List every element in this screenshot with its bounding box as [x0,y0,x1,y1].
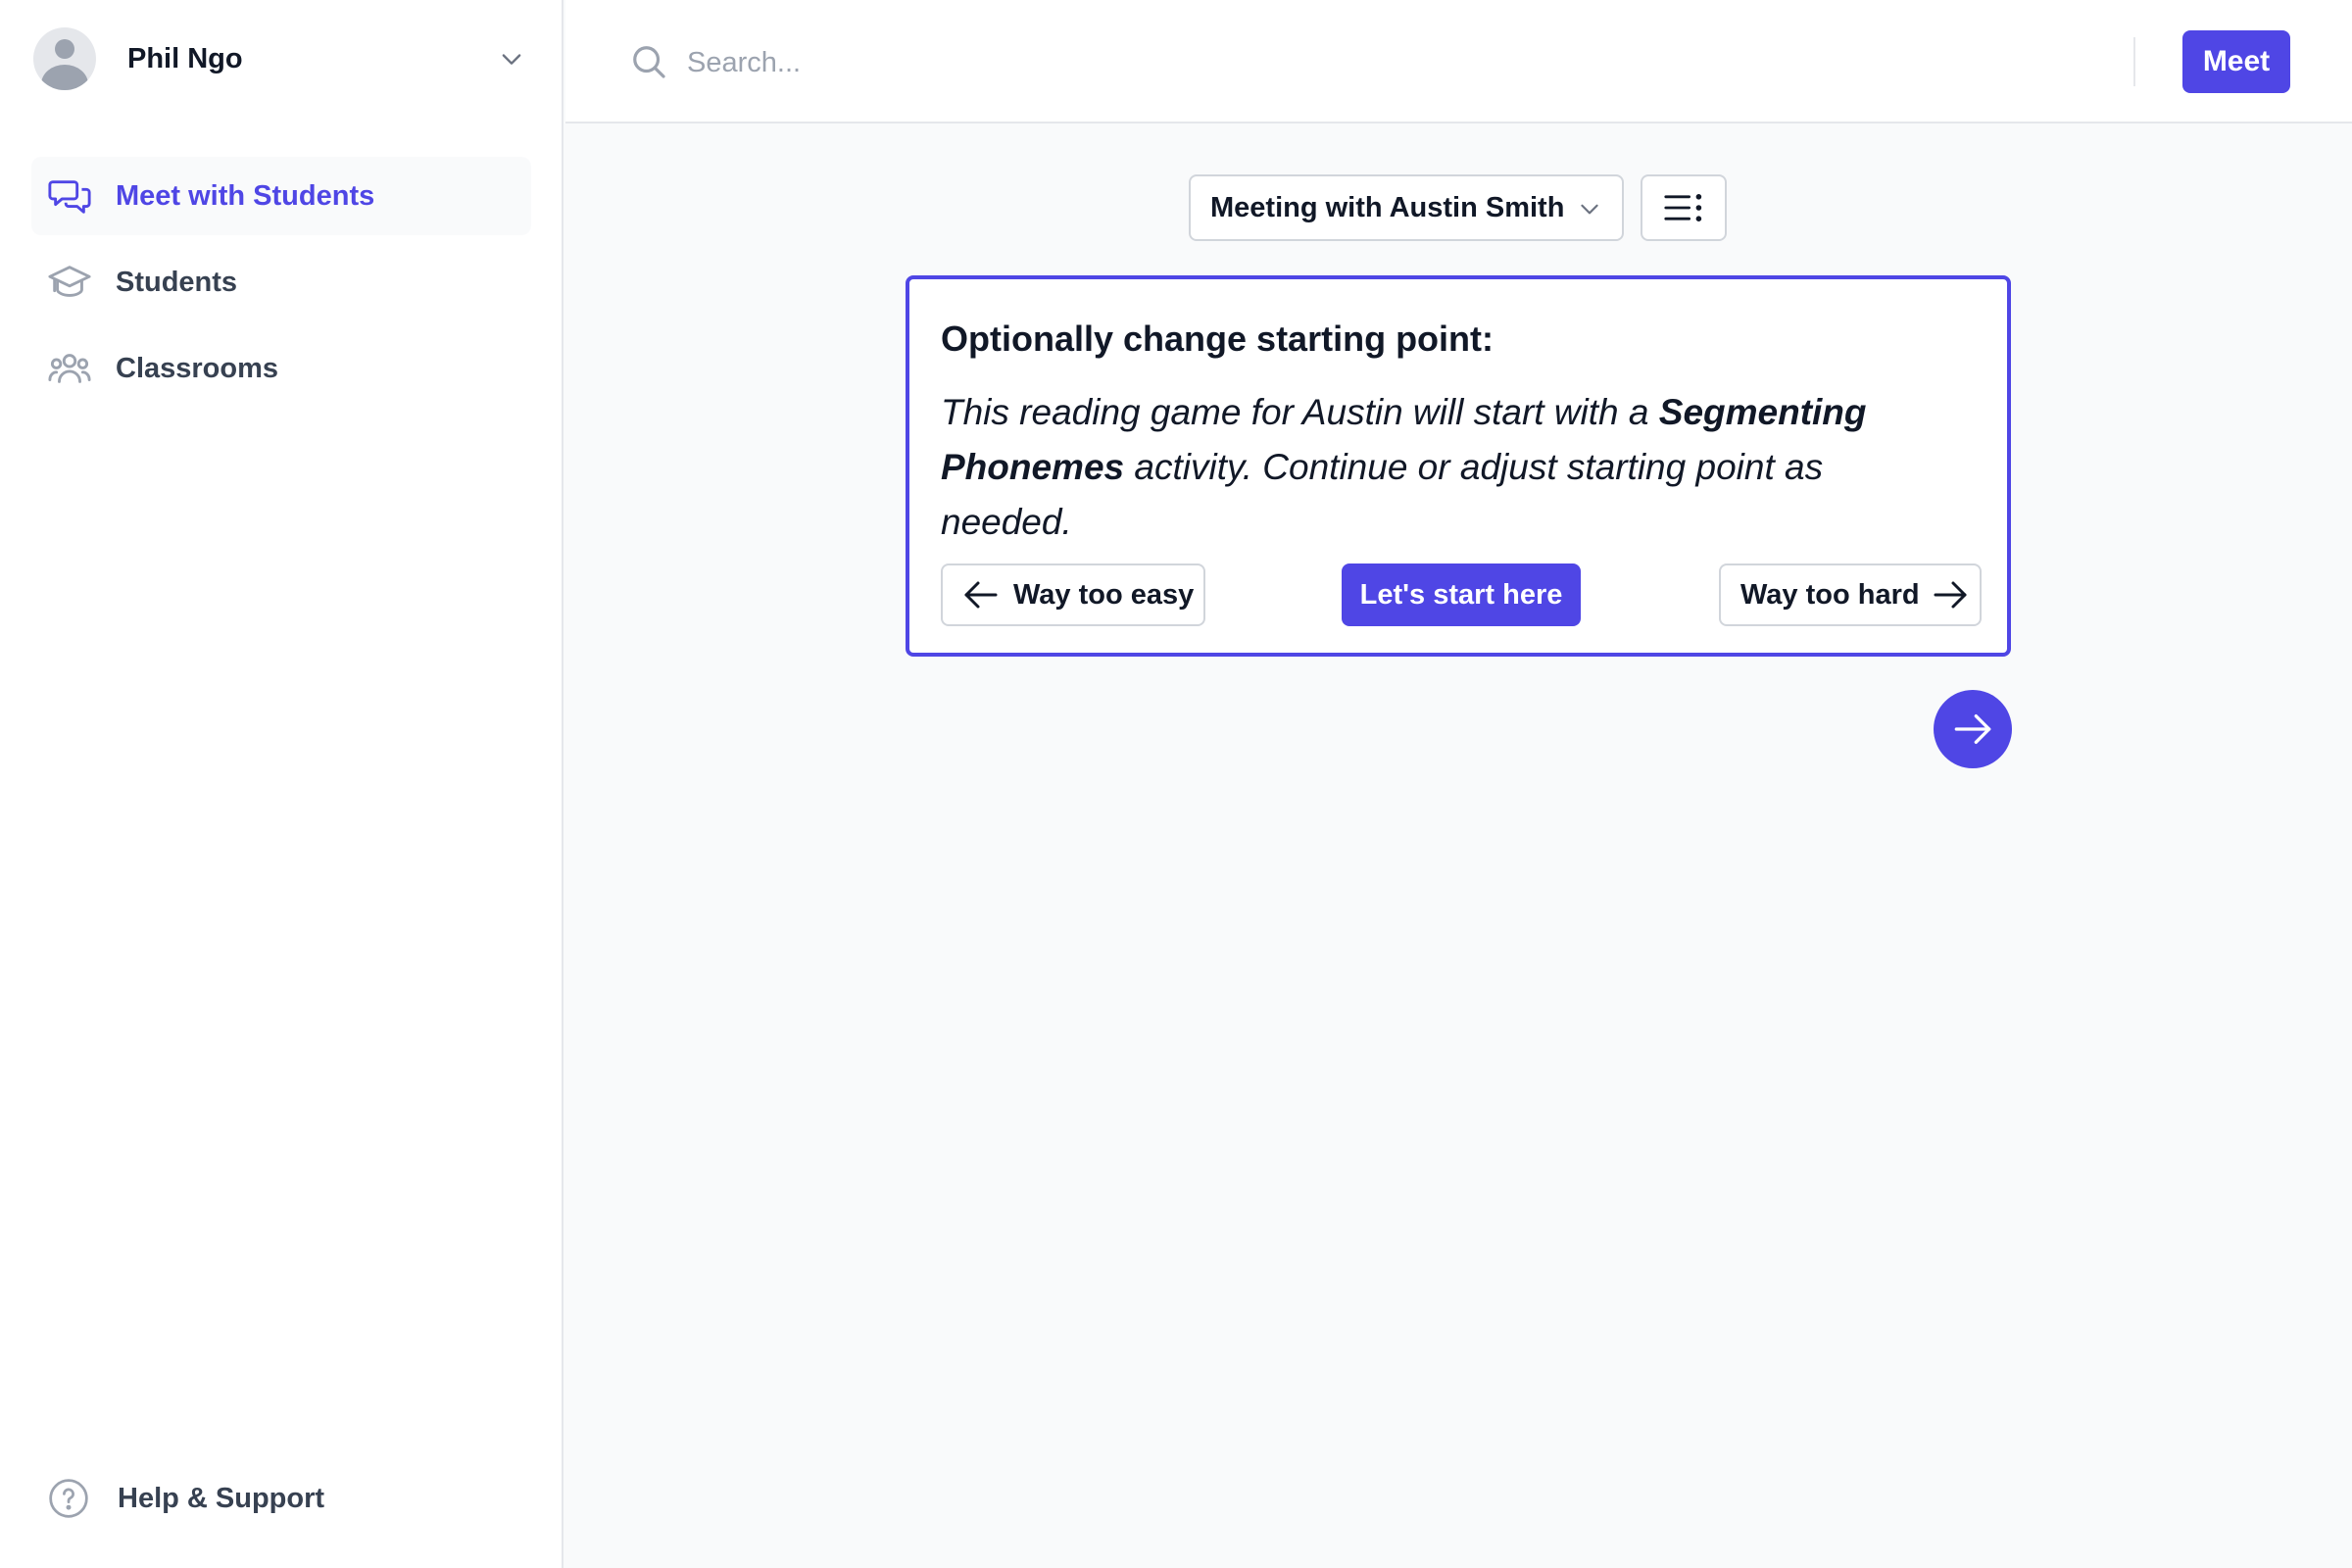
sidebar-item-classrooms[interactable]: Classrooms [31,329,531,408]
card-text-part: This reading game for Austin will start … [941,392,1659,432]
chevron-down-icon [502,54,521,65]
way-too-hard-label: Way too hard [1740,578,1920,611]
help-support-label: Help & Support [118,1482,325,1514]
sidebar-item-students[interactable]: Students [31,243,531,321]
meeting-select[interactable]: Meeting with Austin Smith [1189,174,1624,241]
arrow-left-icon [964,581,998,609]
next-button[interactable] [1934,690,2012,768]
meeting-select-value: Meeting with Austin Smith [1210,191,1565,223]
question-circle-icon [49,1479,88,1518]
meet-button[interactable]: Meet [2182,30,2290,93]
way-too-hard-button[interactable]: Way too hard [1719,564,1982,626]
app: Phil Ngo Meet with Students Students Cla… [0,0,2352,1568]
card-description: This reading game for Austin will start … [941,385,1960,550]
start-here-button[interactable]: Let's start here [1342,564,1581,626]
user-avatar-icon [33,27,96,90]
arrow-right-icon [1954,714,1991,744]
arrow-right-icon [1934,581,1967,609]
profile-menu[interactable]: Phil Ngo [33,25,533,92]
sidebar-item-meet-with-students[interactable]: Meet with Students [31,157,531,235]
users-group-icon [48,354,91,383]
list-icon [1664,193,1702,221]
sidebar-item-label: Students [116,266,238,298]
top-bar: Meet [565,0,2352,123]
activity-list-button[interactable] [1641,174,1727,241]
profile-name: Phil Ngo [127,42,243,74]
sidebar-nav: Meet with Students Students Classrooms [31,157,531,416]
card-title: Optionally change starting point: [941,318,1494,359]
sidebar-item-label: Meet with Students [116,179,375,212]
sidebar-item-label: Classrooms [116,352,279,384]
help-support-link[interactable]: Help & Support [47,1474,324,1523]
search-input[interactable] [687,35,1667,90]
chevron-down-icon [1581,204,1598,215]
way-too-easy-label: Way too easy [1013,578,1195,611]
search-icon [633,46,665,78]
starting-point-card: Optionally change starting point: This r… [906,275,2011,657]
header-divider [2133,37,2135,86]
graduation-cap-icon [48,266,91,297]
sidebar: Phil Ngo Meet with Students Students Cla… [0,0,564,1568]
way-too-easy-button[interactable]: Way too easy [941,564,1205,626]
chat-bubbles-icon [48,180,91,214]
